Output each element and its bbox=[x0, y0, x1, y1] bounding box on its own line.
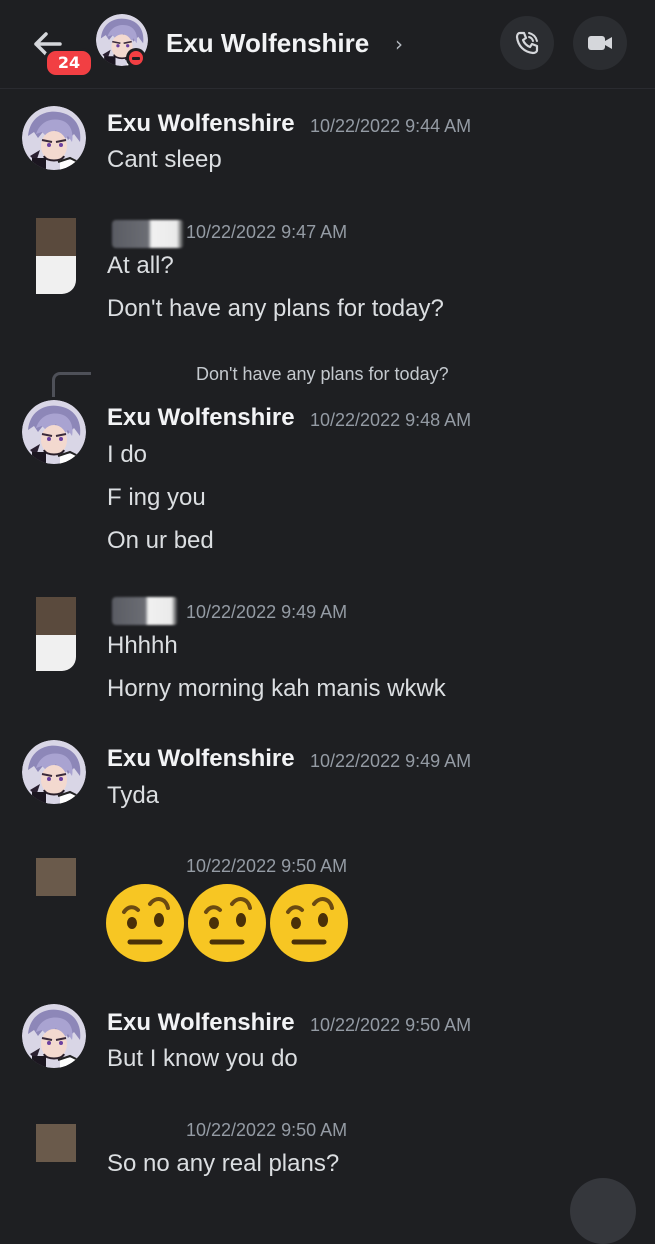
emoji-message bbox=[104, 882, 350, 964]
message-text: So no any real plans? bbox=[107, 1150, 340, 1177]
message-text: On ur bed bbox=[107, 527, 214, 554]
message-timestamp: 10/22/2022 9:50 AM bbox=[310, 1015, 472, 1035]
voice-call-button[interactable] bbox=[500, 16, 554, 70]
message-text: But I know you do bbox=[107, 1045, 298, 1072]
avatar[interactable] bbox=[36, 858, 76, 896]
message-author[interactable]: Exu Wolfenshire bbox=[107, 1009, 295, 1037]
avatar[interactable] bbox=[22, 106, 86, 170]
message-text: I do bbox=[107, 441, 148, 468]
message-text: Cant sleep bbox=[107, 146, 222, 173]
message-timestamp: 10/22/2022 9:44 AM bbox=[310, 116, 472, 136]
message-timestamp: 10/22/2022 9:50 AM bbox=[186, 856, 348, 876]
message-text: F ing you bbox=[107, 484, 206, 511]
jump-to-present-button[interactable] bbox=[570, 1178, 636, 1244]
face-with-raised-eyebrow-icon[interactable] bbox=[104, 882, 186, 964]
avatar[interactable] bbox=[22, 1004, 86, 1068]
chat-header: 24 Exu Wolfenshire › bbox=[0, 0, 655, 89]
message-text: Hhhhh bbox=[107, 632, 178, 659]
reply-preview-text[interactable]: Don't have any plans for today? bbox=[196, 364, 449, 385]
message-author[interactable]: Exu Wolfenshire bbox=[107, 404, 295, 432]
reply-spine bbox=[52, 372, 91, 397]
message-timestamp: 10/22/2022 9:49 AM bbox=[310, 751, 472, 771]
redacted-author bbox=[112, 597, 178, 625]
avatar[interactable] bbox=[22, 740, 86, 804]
message-text: Tyda bbox=[107, 782, 160, 809]
do-not-disturb-icon bbox=[126, 48, 146, 68]
message-text: Horny morning kah manis wkwk bbox=[107, 675, 446, 702]
video-camera-icon bbox=[588, 36, 612, 50]
avatar[interactable] bbox=[22, 400, 86, 464]
face-with-raised-eyebrow-icon[interactable] bbox=[186, 882, 268, 964]
message-author[interactable]: Exu Wolfenshire bbox=[107, 745, 295, 773]
message-timestamp: 10/22/2022 9:47 AM bbox=[186, 222, 348, 242]
page-title[interactable]: Exu Wolfenshire bbox=[166, 28, 369, 59]
message-timestamp: 10/22/2022 9:50 AM bbox=[186, 1120, 348, 1140]
message-text: At all? bbox=[107, 252, 174, 279]
message-author[interactable]: Exu Wolfenshire bbox=[107, 110, 295, 138]
face-with-raised-eyebrow-icon[interactable] bbox=[268, 882, 350, 964]
avatar[interactable] bbox=[36, 597, 76, 671]
message-text: Don't have any plans for today? bbox=[107, 295, 444, 322]
phone-icon bbox=[515, 31, 539, 55]
redacted-author bbox=[112, 220, 184, 248]
message-timestamp: 10/22/2022 9:49 AM bbox=[186, 602, 348, 622]
video-call-button[interactable] bbox=[573, 16, 627, 70]
unread-badge: 24 bbox=[44, 48, 94, 78]
avatar[interactable] bbox=[36, 218, 76, 294]
chevron-right-icon[interactable]: › bbox=[395, 32, 403, 56]
avatar[interactable] bbox=[36, 1124, 76, 1162]
message-timestamp: 10/22/2022 9:48 AM bbox=[310, 410, 472, 430]
